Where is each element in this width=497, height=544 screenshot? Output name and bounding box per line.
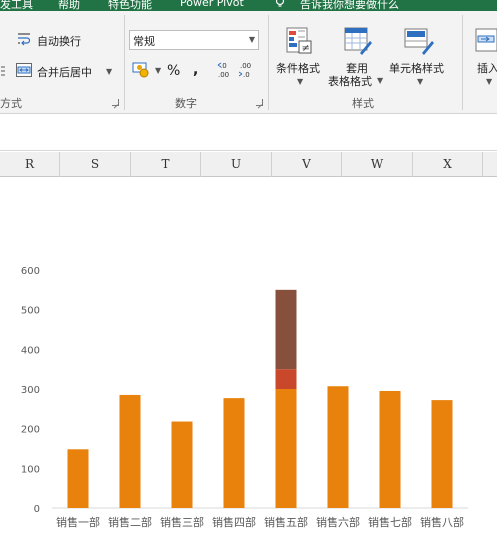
insert-caret[interactable]: ▼ <box>486 77 492 86</box>
formula-bar[interactable] <box>0 115 497 151</box>
alignment-dialog-launcher[interactable] <box>112 99 119 106</box>
bar-chart[interactable]: 0100200300400500600销售一部 销售二部 销售三部 销售四部 销售五部销… <box>0 178 497 544</box>
comma-style-button[interactable]: , <box>193 62 198 78</box>
tab-features[interactable]: 特色功能 <box>108 0 152 11</box>
y-tick-label: 600 <box>21 266 40 277</box>
number-group-label: 数字 <box>175 97 197 110</box>
y-tick-label: 200 <box>21 425 40 436</box>
insert-button[interactable]: 插入 <box>477 60 497 76</box>
accounting-dropdown-caret[interactable]: ▼ <box>155 66 161 75</box>
conditional-formatting-button[interactable]: 条件格式 <box>276 60 320 76</box>
cell-styles-button[interactable]: 单元格样式 <box>389 60 444 76</box>
alignment-group-label: 方式 <box>0 97 22 110</box>
x-tick-label: 销售七部 <box>368 515 412 529</box>
svg-text:.00: .00 <box>240 62 251 70</box>
wrap-text-icon <box>18 33 31 46</box>
group-divider <box>462 15 463 110</box>
group-divider <box>124 15 125 110</box>
chart-bar-overlay-segment <box>275 369 297 389</box>
x-tick-label: 销售六部 <box>316 515 360 529</box>
chart-bar <box>327 386 349 508</box>
chart-bar-overlay-segment <box>275 289 297 370</box>
tab-help[interactable]: 帮助 <box>58 0 80 11</box>
chart-bar <box>119 394 141 508</box>
chart-bar <box>67 449 89 508</box>
x-tick-label: 销售五部 <box>264 515 308 529</box>
tell-me-search[interactable]: 告诉我你想要做什么 <box>300 0 399 11</box>
format-as-table-icon <box>344 27 372 55</box>
svg-text:≠: ≠ <box>302 43 310 54</box>
column-header-t[interactable]: T <box>131 152 201 177</box>
number-format-value: 常规 <box>133 35 155 48</box>
chart-bar <box>275 389 297 508</box>
column-header-w[interactable]: W <box>342 152 413 177</box>
svg-text:.0: .0 <box>243 71 250 79</box>
ribbon: 自动换行 合并后居中 ▼ 方式 常规 ▼ ▼ % , .0 .00 .00 .0… <box>0 11 497 114</box>
y-tick-label: 0 <box>34 504 40 515</box>
cell-styles-icon <box>404 28 434 55</box>
indent-icon <box>1 66 5 76</box>
column-header-r[interactable]: R <box>0 152 60 177</box>
chart-bar <box>171 421 193 508</box>
column-header-partial <box>483 152 497 177</box>
column-header-s[interactable]: S <box>60 152 131 177</box>
x-tick-label: 销售二部 <box>108 515 152 529</box>
x-tick-label: 销售四部 <box>212 515 256 529</box>
decrease-decimal-icon[interactable]: .00 .0 <box>239 61 255 79</box>
chevron-down-icon: ▼ <box>248 35 255 44</box>
group-divider <box>268 15 269 110</box>
conditional-formatting-icon: ≠ <box>286 27 312 54</box>
increase-decimal-icon[interactable]: .0 .00 <box>217 61 233 79</box>
excel-window: 发工具 帮助 特色功能 Power Pivot 告诉我你想要做什么 自动换行 合… <box>0 0 497 544</box>
chart-bar <box>223 398 245 508</box>
cell-styles-caret[interactable]: ▼ <box>417 77 423 86</box>
format-as-table-button[interactable]: 表格格式 <box>328 73 372 89</box>
column-header-u[interactable]: U <box>201 152 272 177</box>
merge-center-button[interactable]: 合并后居中 <box>37 64 92 80</box>
format-as-table-caret[interactable]: ▼ <box>377 76 383 85</box>
y-tick-label: 500 <box>21 306 40 317</box>
percent-style-button[interactable]: % <box>167 63 180 79</box>
number-dialog-launcher[interactable] <box>256 99 263 106</box>
x-tick-label: 销售八部 <box>420 515 464 529</box>
column-header-x[interactable]: X <box>413 152 483 177</box>
merge-center-icon <box>16 63 32 77</box>
wrap-text-button[interactable]: 自动换行 <box>37 33 81 49</box>
svg-text:.00: .00 <box>218 71 229 79</box>
column-headers: R S T U V W X <box>0 152 497 177</box>
merge-dropdown-caret[interactable]: ▼ <box>106 67 112 76</box>
tab-developer[interactable]: 发工具 <box>0 0 33 11</box>
column-header-v[interactable]: V <box>272 152 342 177</box>
conditional-formatting-caret[interactable]: ▼ <box>297 77 303 86</box>
accounting-format-icon[interactable] <box>132 61 152 79</box>
insert-cells-icon <box>475 28 497 52</box>
x-tick-label: 销售三部 <box>160 515 204 529</box>
chart-bar <box>379 390 401 508</box>
ribbon-tab-strip: 发工具 帮助 特色功能 Power Pivot 告诉我你想要做什么 <box>0 0 497 11</box>
y-tick-label: 400 <box>21 345 40 356</box>
y-tick-label: 300 <box>21 385 40 396</box>
chart-bar <box>431 400 453 508</box>
styles-group-label: 样式 <box>352 97 374 110</box>
y-tick-label: 100 <box>21 464 40 475</box>
number-format-select[interactable]: 常规 ▼ <box>129 30 259 50</box>
x-tick-label: 销售一部 <box>56 515 100 529</box>
tab-power-pivot[interactable]: Power Pivot <box>180 0 244 9</box>
lightbulb-icon <box>275 0 285 7</box>
